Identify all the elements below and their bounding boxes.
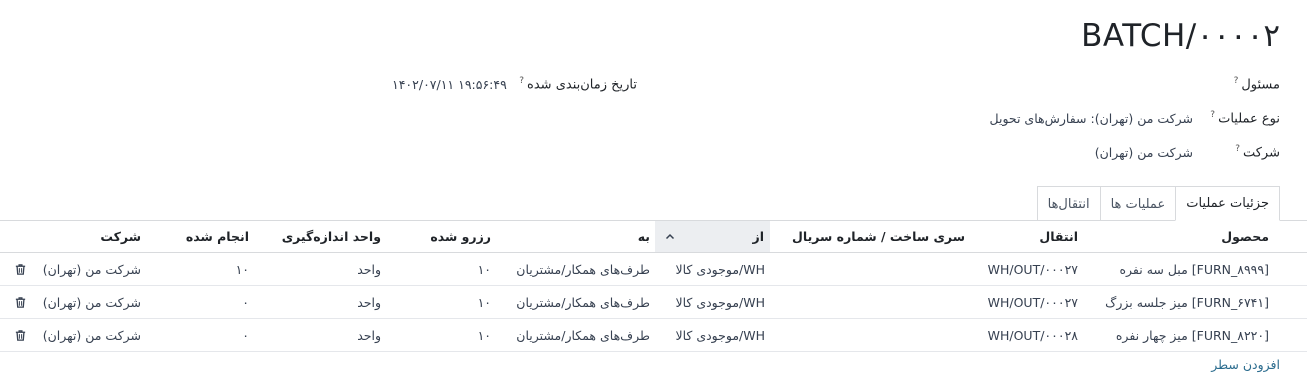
- company-value[interactable]: شرکت من (تهران): [1095, 145, 1193, 160]
- column-from[interactable]: از: [753, 221, 764, 252]
- column-transfer[interactable]: انتقال: [1039, 221, 1078, 252]
- cell-done[interactable]: ۱۰: [236, 253, 249, 285]
- add-line-button[interactable]: افزودن سطر: [1211, 357, 1280, 372]
- cell-uom[interactable]: واحد: [357, 286, 381, 318]
- table-row[interactable]: [FURN_۸۲۲۰] میز چهار نفره WH/OUT/۰۰۰۲۸ W…: [0, 319, 1307, 352]
- column-reserved[interactable]: رزرو شده: [430, 221, 491, 252]
- company-label-text: شرکت: [1242, 145, 1280, 161]
- record-title: BATCH/۰۰۰۰۲: [1081, 18, 1280, 54]
- column-product[interactable]: محصول: [1221, 221, 1269, 252]
- operation-type-label-text: نوع عملیات: [1218, 111, 1280, 127]
- cell-reserved[interactable]: ۱۰: [478, 253, 491, 285]
- trash-icon[interactable]: [14, 319, 27, 351]
- cell-reserved[interactable]: ۱۰: [478, 286, 491, 318]
- company-help-icon[interactable]: ?: [1235, 144, 1240, 154]
- cell-done[interactable]: ۰: [242, 319, 249, 351]
- scheduled-date-label: تاریخ زمان‌بندی شده?: [519, 76, 637, 92]
- cell-company[interactable]: شرکت من (تهران): [43, 319, 141, 351]
- trash-icon[interactable]: [14, 253, 27, 285]
- table-row[interactable]: [FURN_۸۹۹۹] مبل سه نفره WH/OUT/۰۰۰۲۷ WH/…: [0, 253, 1307, 286]
- column-uom[interactable]: واحد اندازه‌گیری: [282, 221, 381, 252]
- column-to[interactable]: به: [638, 221, 650, 252]
- cell-product[interactable]: [FURN_۸۲۲۰] میز چهار نفره: [1116, 319, 1269, 351]
- cell-reserved[interactable]: ۱۰: [478, 319, 491, 351]
- cell-transfer[interactable]: WH/OUT/۰۰۰۲۷: [988, 286, 1078, 318]
- cell-product[interactable]: [FURN_۶۷۴۱] میز جلسه بزرگ: [1105, 286, 1269, 318]
- cell-to[interactable]: طرف‌های همکار/مشتریان: [516, 286, 650, 318]
- cell-transfer[interactable]: WH/OUT/۰۰۰۲۸: [988, 319, 1078, 351]
- cell-to[interactable]: طرف‌های همکار/مشتریان: [516, 253, 650, 285]
- chevron-up-icon[interactable]: [665, 221, 675, 252]
- trash-icon[interactable]: [14, 286, 27, 318]
- scheduled-date-value[interactable]: ۱۴۰۲/۰۷/۱۱ ۱۹:۵۶:۴۹: [392, 77, 507, 92]
- cell-done[interactable]: ۰: [242, 286, 249, 318]
- cell-from[interactable]: WH/موجودی کالا: [675, 286, 765, 318]
- tab-operations[interactable]: عملیات ها: [1099, 186, 1177, 221]
- cell-product[interactable]: [FURN_۸۹۹۹] مبل سه نفره: [1119, 253, 1269, 285]
- notebook-tabs: جزئیات عملیات عملیات ها انتقال‌ها: [1036, 186, 1280, 221]
- column-done[interactable]: انجام شده: [186, 221, 249, 252]
- responsible-label: مسئول?: [1234, 76, 1280, 92]
- cell-uom[interactable]: واحد: [357, 253, 381, 285]
- detailed-operations-table: محصول انتقال سری ساخت / شماره سریال از ب…: [0, 220, 1307, 352]
- tab-transfers[interactable]: انتقال‌ها: [1036, 186, 1101, 221]
- operation-type-help-icon[interactable]: ?: [1210, 110, 1215, 120]
- responsible-label-text: مسئول: [1241, 77, 1280, 93]
- cell-to[interactable]: طرف‌های همکار/مشتریان: [516, 319, 650, 351]
- table-row[interactable]: [FURN_۶۷۴۱] میز جلسه بزرگ WH/OUT/۰۰۰۲۷ W…: [0, 286, 1307, 319]
- cell-uom[interactable]: واحد: [357, 319, 381, 351]
- cell-company[interactable]: شرکت من (تهران): [43, 253, 141, 285]
- cell-company[interactable]: شرکت من (تهران): [43, 286, 141, 318]
- operation-type-value[interactable]: شرکت من (تهران): سفارش‌های تحویل: [990, 111, 1194, 126]
- scheduled-date-label-text: تاریخ زمان‌بندی شده: [527, 77, 637, 93]
- operation-type-label: نوع عملیات?: [1210, 110, 1280, 126]
- cell-from[interactable]: WH/موجودی کالا: [675, 253, 765, 285]
- cell-from[interactable]: WH/موجودی کالا: [675, 319, 765, 351]
- table-header: محصول انتقال سری ساخت / شماره سریال از ب…: [0, 221, 1307, 253]
- column-company[interactable]: شرکت: [100, 221, 141, 252]
- cell-transfer[interactable]: WH/OUT/۰۰۰۲۷: [988, 253, 1078, 285]
- company-label: شرکت?: [1235, 144, 1280, 160]
- column-lot[interactable]: سری ساخت / شماره سریال: [792, 221, 965, 252]
- tab-operation-details[interactable]: جزئیات عملیات: [1175, 186, 1280, 221]
- scheduled-date-help-icon[interactable]: ?: [519, 76, 524, 86]
- responsible-help-icon[interactable]: ?: [1234, 76, 1239, 86]
